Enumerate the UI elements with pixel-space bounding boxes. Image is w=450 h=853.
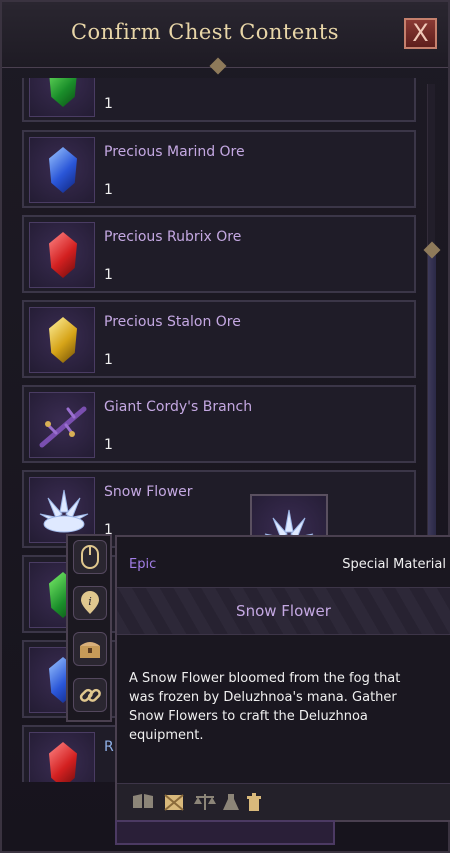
list-item[interactable]: Precious Rubrix Ore 1	[22, 215, 416, 293]
item-action-column: i	[66, 534, 112, 722]
list-item[interactable]: Giant Cordy's Branch 1	[22, 385, 416, 463]
item-name: Precious Rubrix Ore	[104, 229, 242, 245]
chest-icon[interactable]	[73, 632, 107, 666]
mouse-icon[interactable]	[73, 540, 107, 574]
item-count: 1	[104, 437, 113, 453]
item-count: 1	[104, 182, 113, 198]
item-tooltip: Epic Special Material Snow Flower A Snow…	[115, 535, 450, 822]
crate-icon	[163, 792, 185, 817]
book-icon	[131, 792, 155, 815]
window-title: Confirm Chest Contents	[70, 20, 340, 44]
red-ore-icon	[29, 222, 95, 288]
scroll-knob-icon	[423, 241, 441, 259]
item-name: Snow Flower	[104, 484, 193, 500]
tooltip-item-name: Snow Flower	[236, 602, 331, 620]
title-bar: Confirm Chest Contents X	[2, 2, 448, 68]
gold-ore-icon	[29, 307, 95, 373]
item-type: Special Material	[342, 557, 446, 572]
list-item[interactable]: Precious Marind Ore 1	[22, 130, 416, 208]
tooltip-description: A Snow Flower bloomed from the fog that …	[129, 671, 401, 743]
flask-icon	[221, 792, 241, 817]
item-count: 1	[104, 267, 113, 283]
item-grade: Epic	[129, 557, 157, 572]
item-count: 1	[104, 352, 113, 368]
scale-icon	[193, 792, 217, 817]
item-name: Precious Stalon Ore	[104, 314, 241, 330]
link-icon[interactable]	[73, 678, 107, 712]
item-count: 1	[104, 96, 113, 112]
item-name: Precious Marind Ore	[104, 144, 245, 160]
confirm-button[interactable]	[115, 820, 335, 845]
item-name: R	[104, 739, 114, 755]
list-item[interactable]: Precious Stalon Ore 1	[22, 300, 416, 378]
info-icon[interactable]: i	[73, 586, 107, 620]
list-item[interactable]: 1	[22, 78, 416, 122]
red-ore-icon	[29, 732, 95, 782]
svg-text:i: i	[88, 595, 92, 608]
close-button[interactable]: X	[404, 18, 437, 49]
tooltip-footer	[117, 783, 450, 820]
scroll-thumb[interactable]	[428, 254, 436, 554]
branch-icon	[29, 392, 95, 458]
green-ore-icon	[29, 78, 95, 117]
blue-ore-icon	[29, 137, 95, 203]
chest-window: Confirm Chest Contents X 1 Precious Mari…	[0, 0, 450, 853]
tooltip-header: Epic Special Material	[117, 537, 450, 587]
trash-icon	[245, 792, 263, 817]
tooltip-name-bar: Snow Flower	[117, 587, 450, 635]
item-name: Giant Cordy's Branch	[104, 399, 253, 415]
